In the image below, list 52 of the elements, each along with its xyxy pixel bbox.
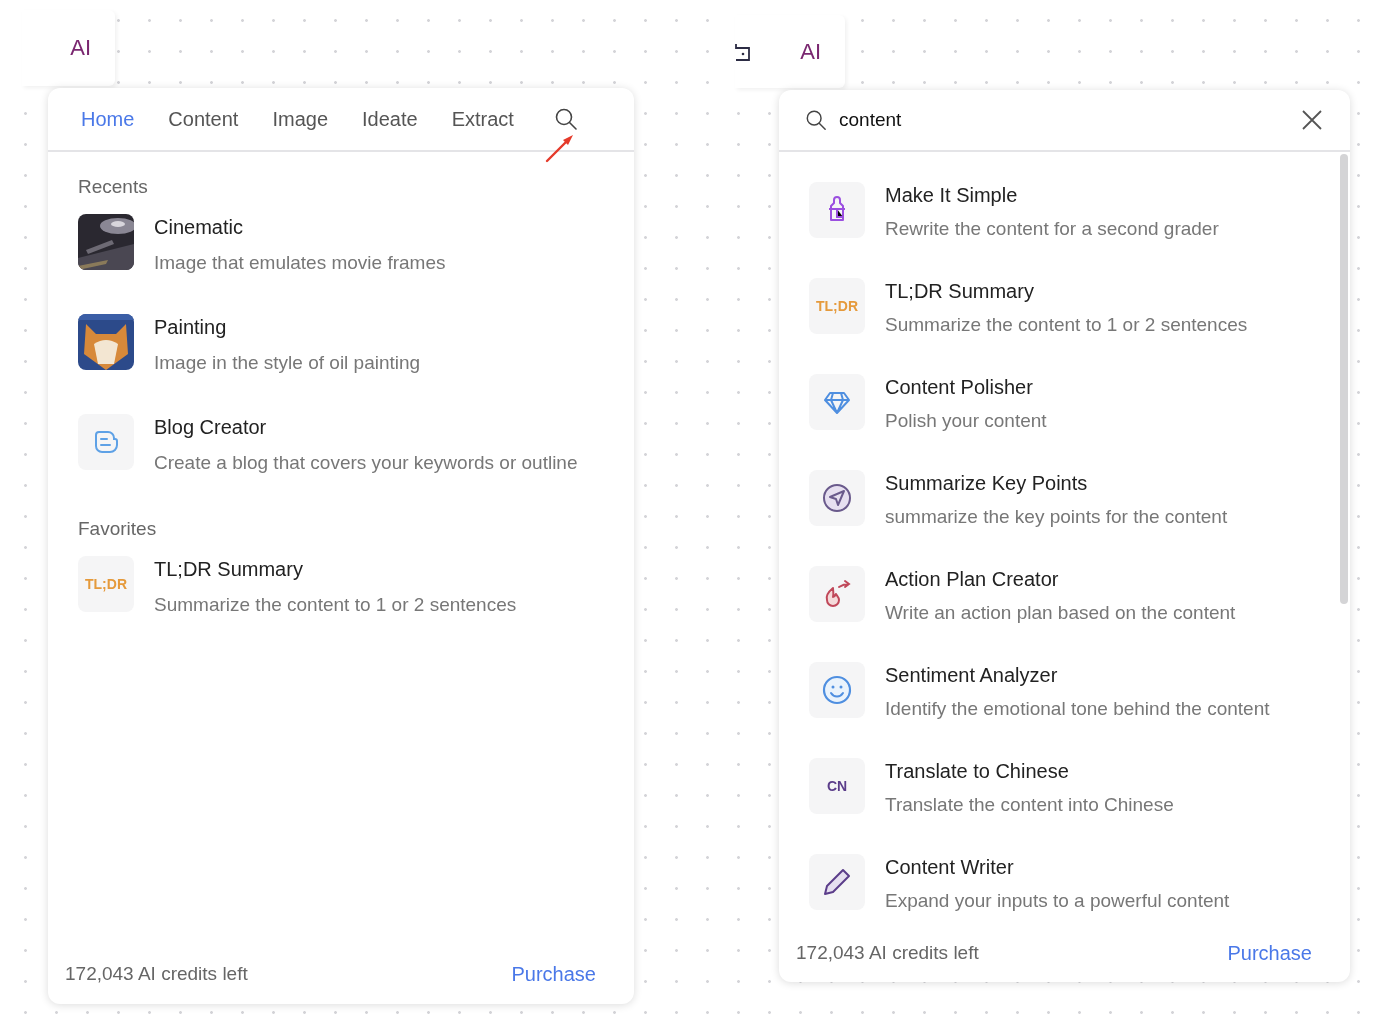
tab[interactable]: Home	[81, 107, 135, 131]
scrollbar[interactable]	[1340, 154, 1348, 604]
item-title[interactable]: Sentiment Analyzer	[885, 664, 1270, 687]
purchase-link[interactable]: Purchase	[1227, 941, 1312, 965]
close-icon[interactable]	[1300, 108, 1324, 132]
flame-icon	[809, 566, 865, 622]
item-description: Summarize the content to 1 or 2 sentences	[154, 593, 517, 617]
search-icon	[805, 109, 827, 131]
item-description: Translate the content into Chinese	[885, 793, 1174, 817]
item-description: Create a blog that covers your keywords or outline	[154, 451, 578, 475]
item-description: Polish your content	[885, 409, 1047, 433]
item-description: Image that emulates movie frames	[154, 251, 446, 275]
tab[interactable]: Extract	[451, 107, 514, 131]
item-title[interactable]: Translate to Chinese	[885, 760, 1174, 783]
item-title[interactable]: TL;DR Summary	[154, 558, 517, 581]
credits-text: 172,043 AI credits left	[65, 963, 248, 985]
item-title[interactable]: Summarize Key Points	[885, 472, 1228, 495]
credits-text: 172,043 AI credits left	[796, 942, 979, 964]
search-icon[interactable]	[553, 107, 578, 131]
ai-button[interactable]: AI	[800, 38, 845, 65]
tab[interactable]: Image	[272, 107, 328, 131]
smiley-icon	[809, 662, 865, 718]
item-title[interactable]: Content Writer	[885, 856, 1230, 879]
item-description: summarize the key points for the content	[885, 505, 1228, 529]
icon-label: TL;DR	[809, 278, 865, 334]
item-title[interactable]: Painting	[154, 316, 421, 339]
item-description: Write an action plan based on the content	[885, 601, 1236, 625]
pencil-icon	[809, 854, 865, 910]
search-field[interactable]: content	[839, 109, 1288, 131]
section-label: Recents	[78, 176, 149, 198]
ai-button[interactable]: AI	[70, 35, 115, 61]
item-title[interactable]: Cinematic	[154, 216, 446, 239]
item-description: Summarize the content to 1 or 2 sentences	[885, 313, 1248, 337]
tab[interactable]: Content	[168, 107, 239, 131]
item-title[interactable]: Action Plan Creator	[885, 568, 1236, 591]
icon-label: CN	[809, 758, 865, 814]
item-description: Expand your inputs to a powerful content	[885, 889, 1230, 913]
bottle-icon	[809, 182, 865, 238]
item-title[interactable]: Content Polisher	[885, 376, 1047, 399]
item-description: Identify the emotional tone behind the content	[885, 697, 1270, 721]
item-title[interactable]: Blog Creator	[154, 416, 578, 439]
paper-plane-icon	[809, 470, 865, 526]
document-icon	[78, 414, 134, 470]
tab[interactable]: Ideate	[362, 107, 418, 131]
item-description: Rewrite the content for a second grader	[885, 217, 1219, 241]
item-description: Image in the style of oil painting	[154, 351, 421, 375]
item-title[interactable]: Make It Simple	[885, 184, 1219, 207]
section-label: Favorites	[78, 518, 158, 540]
item-title[interactable]: TL;DR Summary	[885, 280, 1248, 303]
icon-label: TL;DR	[78, 556, 134, 612]
purchase-link[interactable]: Purchase	[511, 962, 596, 986]
annotation-arrow	[544, 132, 576, 164]
